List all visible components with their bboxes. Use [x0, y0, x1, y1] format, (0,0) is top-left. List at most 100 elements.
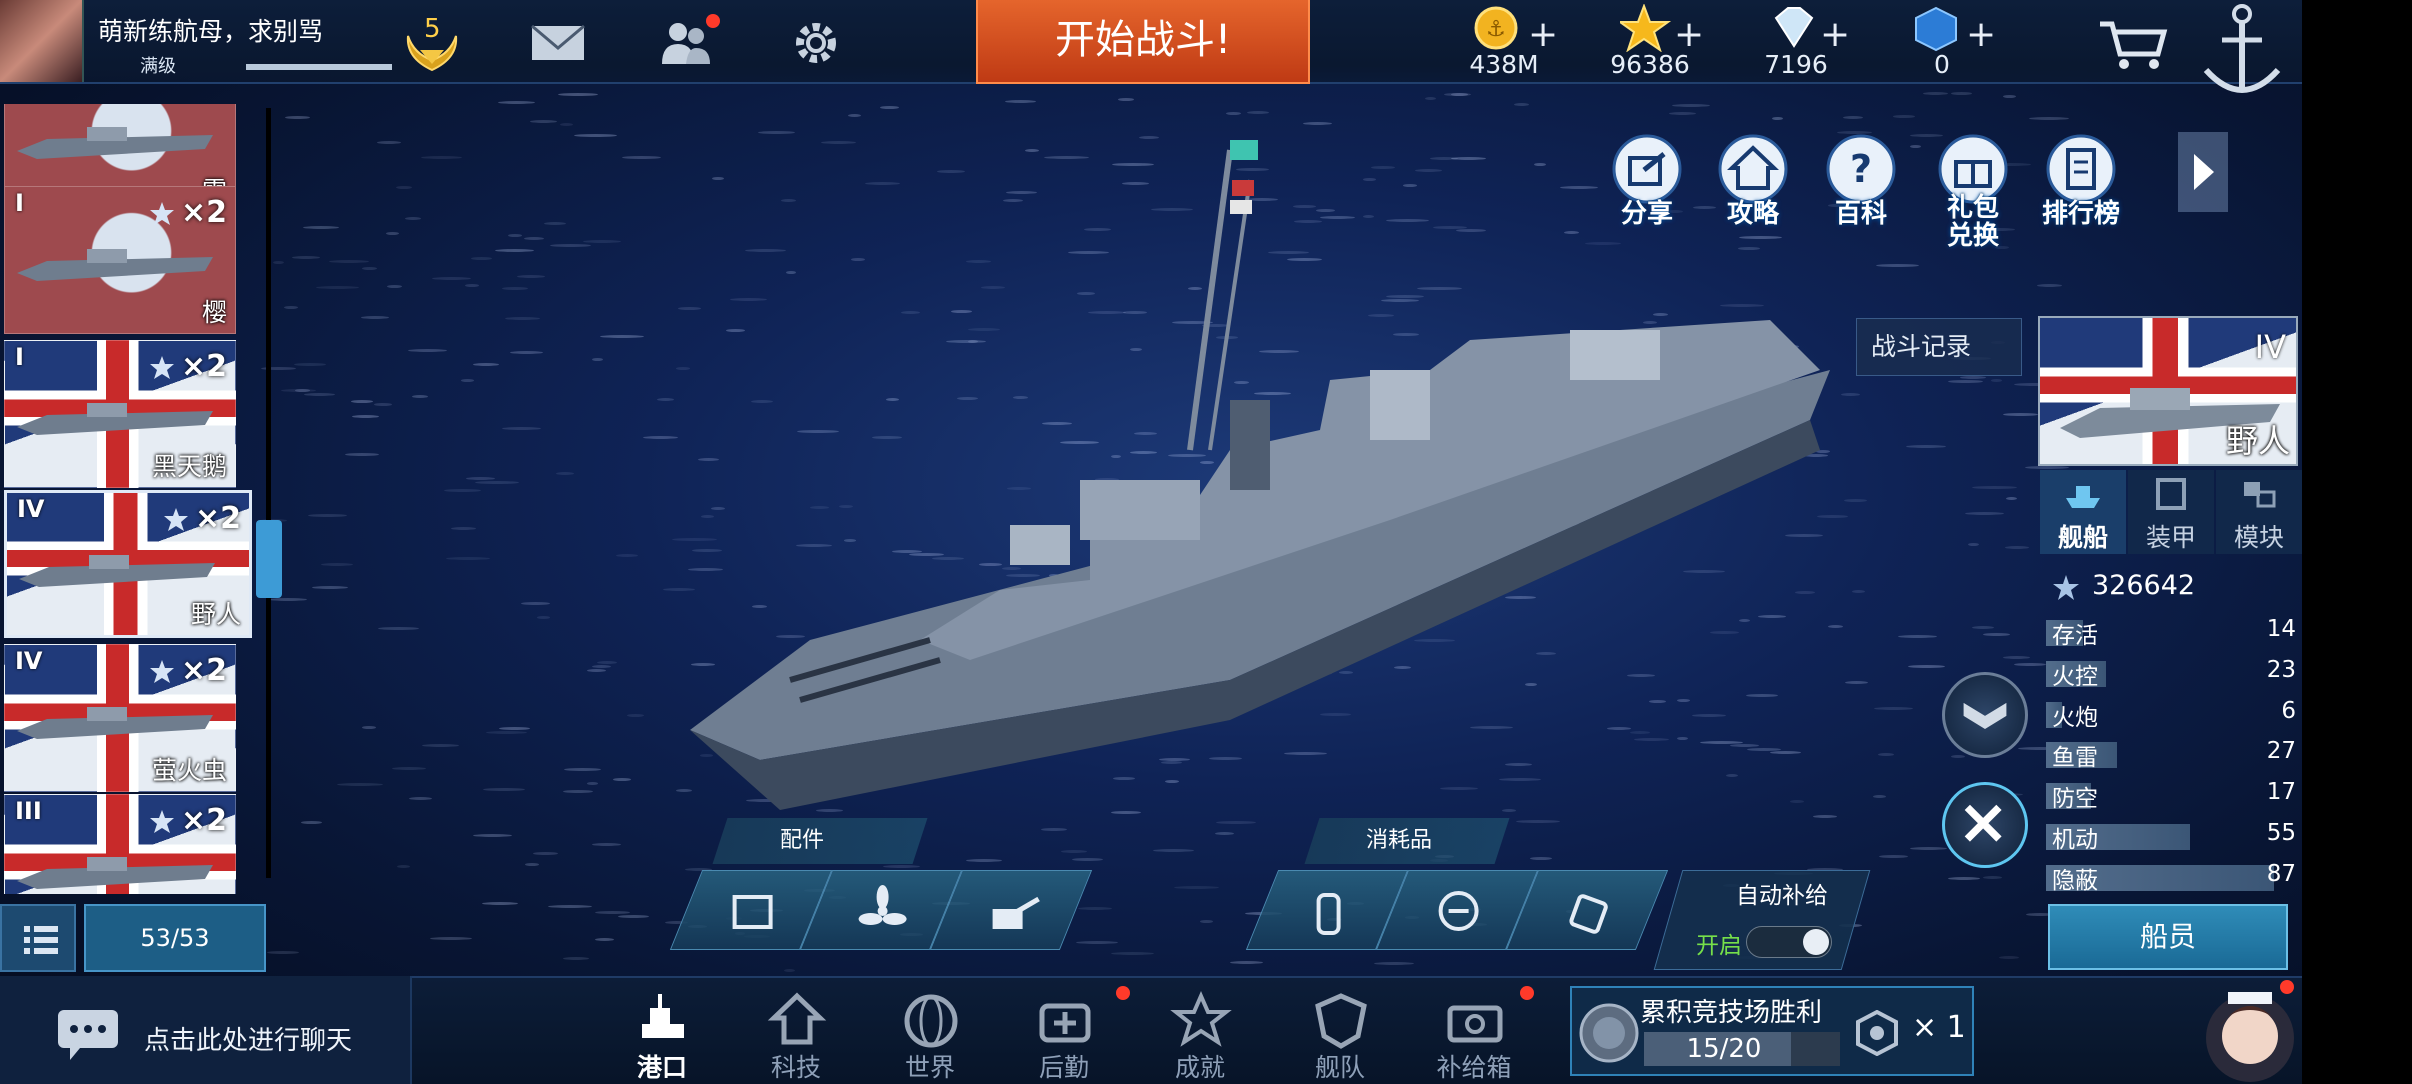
- rank-upgrade-button[interactable]: [1942, 672, 2028, 758]
- wave-sparkle: [965, 859, 1003, 863]
- chat-prompt[interactable]: 点击此处进行聊天: [144, 1020, 352, 1057]
- nav-item[interactable]: 科技: [746, 990, 846, 1084]
- wave-sparkle: [1041, 827, 1068, 831]
- crew-button[interactable]: 船员: [2048, 904, 2288, 970]
- wave-sparkle: [460, 378, 475, 382]
- plus-icon: +: [1674, 14, 1705, 55]
- ship-portrait[interactable]: IV 野人: [2038, 316, 2298, 466]
- nav-label: 世界: [904, 1053, 955, 1082]
- wiki-question-icon: ?: [1826, 134, 1896, 204]
- achievement-icon: [1170, 991, 1232, 1047]
- ship-list-scrollbar[interactable]: [266, 108, 271, 878]
- wave-sparkle: [1515, 819, 1561, 823]
- wave-sparkle: [473, 363, 499, 367]
- stat-value: 23: [2266, 656, 2296, 683]
- wave-sparkle: [432, 276, 471, 280]
- ship-list[interactable]: 雪I×2樱I×2黑天鹅IV×2野人IV×2萤火虫III×2: [0, 104, 272, 894]
- wave-sparkle: [1875, 263, 1920, 267]
- mail-icon[interactable]: [530, 18, 586, 68]
- nav-item[interactable]: 后勤: [1014, 990, 1114, 1084]
- quick-label: 分享: [1620, 199, 1673, 229]
- currency-value: 438M: [1469, 50, 1539, 79]
- ship-card[interactable]: III ×2: [4, 794, 236, 894]
- chevron-right-icon[interactable]: [2178, 132, 2228, 212]
- wrench-screwdriver-icon: [1964, 804, 2002, 842]
- list-menu-button[interactable]: [0, 904, 76, 972]
- stat-value: 27: [2266, 738, 2296, 765]
- quick-ranking-button[interactable]: 排行榜: [2036, 132, 2126, 244]
- ship-multiplier: ×2: [180, 349, 227, 384]
- wave-sparkle: [350, 399, 374, 403]
- wave-sparkle: [1948, 379, 1984, 383]
- wave-sparkle: [303, 225, 339, 229]
- parts-label: 配件: [780, 828, 825, 853]
- currency-star[interactable]: + 96386: [1594, 0, 1734, 84]
- wave-sparkle: [564, 767, 602, 771]
- wave-sparkle: [562, 790, 594, 794]
- wave-sparkle: [1152, 848, 1194, 852]
- wave-sparkle: [498, 101, 535, 105]
- quick-share-button[interactable]: 分享: [1602, 132, 1692, 244]
- wave-sparkle: [495, 249, 534, 253]
- wave-sparkle: [1215, 832, 1235, 836]
- shop-cart-icon[interactable]: [2098, 18, 2170, 72]
- player-name[interactable]: 萌新练航母，求别骂: [98, 12, 323, 48]
- wave-sparkle: [266, 951, 300, 955]
- tab-armor[interactable]: 装甲: [2128, 470, 2214, 554]
- ship-list-scroll-thumb[interactable]: [256, 520, 282, 598]
- nav-item[interactable]: 港口: [612, 990, 712, 1084]
- ship-card[interactable]: IV ×2 萤火虫: [4, 644, 236, 792]
- quick-wiki-button[interactable]: ? 百科: [1816, 132, 1906, 244]
- nav-item[interactable]: 成就: [1150, 990, 1250, 1084]
- start-battle-button[interactable]: 开始战斗!: [976, 0, 1310, 84]
- wave-sparkle: [621, 156, 662, 159]
- wave-sparkle: [344, 452, 380, 456]
- tab-module[interactable]: 模块: [2216, 470, 2302, 554]
- wave-sparkle: [1965, 512, 2004, 516]
- friends-icon[interactable]: [658, 18, 714, 68]
- wave-sparkle: [536, 616, 551, 620]
- ship-card[interactable]: I ×2 黑天鹅: [4, 340, 236, 488]
- wave-sparkle: [1060, 850, 1087, 854]
- currency-cube[interactable]: + 0: [1886, 0, 2026, 84]
- stat-label: 鱼雷: [2052, 745, 2098, 772]
- power-star-icon: [2053, 575, 2079, 600]
- anchor-icon[interactable]: [2196, 0, 2288, 108]
- nav-item[interactable]: 舰队: [1290, 990, 1390, 1084]
- ship-card[interactable]: IV ×2 野人: [4, 490, 252, 638]
- stat-label: 隐蔽: [2052, 867, 2098, 894]
- quick-gift-button[interactable]: 礼包 兑换: [1928, 132, 2018, 250]
- tab-ship[interactable]: 舰船: [2040, 470, 2126, 554]
- chevron-rank-icon: [1963, 702, 2007, 729]
- wave-sparkle: [1247, 111, 1269, 115]
- ship-card[interactable]: I ×2 樱: [4, 186, 236, 334]
- wave-sparkle: [1373, 962, 1414, 966]
- quick-guide-button[interactable]: 攻略: [1708, 132, 1798, 244]
- fire-extinguisher-icon: [1316, 893, 1341, 935]
- wave-sparkle: [1971, 626, 1994, 630]
- chat-bubble-icon[interactable]: [56, 1006, 120, 1062]
- consumables-label: 消耗品: [1366, 828, 1433, 853]
- wave-sparkle: [544, 221, 566, 225]
- nav-label: 成就: [1174, 1053, 1225, 1082]
- wave-sparkle: [848, 114, 861, 118]
- wave-sparkle: [502, 427, 541, 431]
- auto-supply-toggle[interactable]: [1746, 926, 1832, 958]
- repair-button[interactable]: [1942, 782, 2028, 868]
- player-avatar[interactable]: [0, 0, 84, 82]
- wave-sparkle: [446, 557, 490, 561]
- wave-sparkle: [329, 259, 370, 263]
- currency-diamond[interactable]: + 7196: [1740, 0, 1880, 84]
- currency-gold[interactable]: ⚓ + 438M: [1448, 0, 1588, 84]
- settings-gear-icon[interactable]: [788, 18, 844, 68]
- battle-record-button[interactable]: 战斗记录: [1856, 318, 2022, 376]
- nav-item[interactable]: 世界: [880, 990, 980, 1084]
- quick-label: 百科: [1834, 199, 1887, 229]
- wave-sparkle: [595, 937, 614, 941]
- wave-sparkle: [361, 315, 389, 319]
- wave-sparkle: [1216, 821, 1257, 825]
- stat-label: 机动: [2052, 827, 2098, 853]
- nav-item[interactable]: 补给箱: [1424, 990, 1524, 1084]
- wave-sparkle: [1874, 707, 1913, 711]
- module-tab-icon: [2244, 482, 2276, 508]
